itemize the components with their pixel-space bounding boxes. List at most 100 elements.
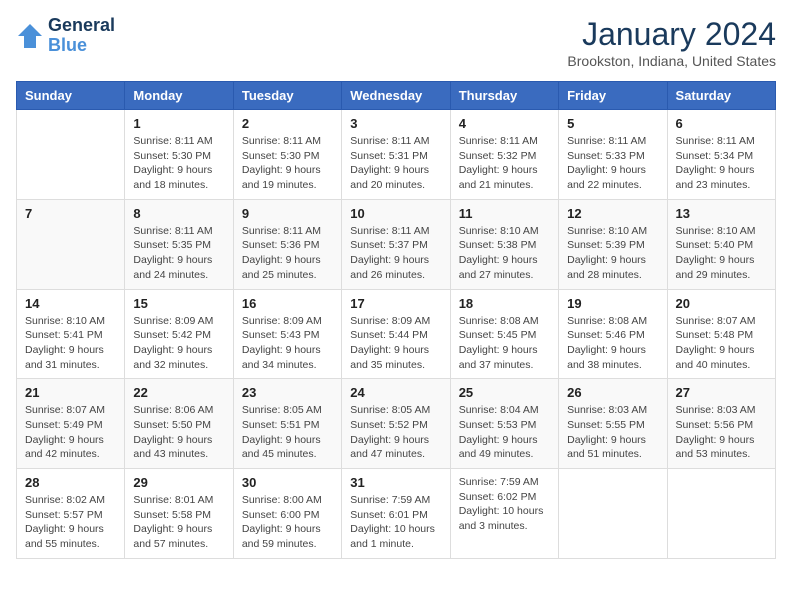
- day-number: 11: [459, 206, 550, 221]
- calendar-cell: 1Sunrise: 8:11 AMSunset: 5:30 PMDaylight…: [125, 110, 233, 200]
- day-info: Sunrise: 8:03 AMSunset: 5:55 PMDaylight:…: [567, 403, 658, 462]
- day-number: 2: [242, 116, 333, 131]
- day-number: 9: [242, 206, 333, 221]
- day-info: Sunrise: 8:11 AMSunset: 5:33 PMDaylight:…: [567, 134, 658, 193]
- day-info: Sunrise: 8:09 AMSunset: 5:43 PMDaylight:…: [242, 314, 333, 373]
- day-info: Sunrise: 7:59 AMSunset: 6:01 PMDaylight:…: [350, 493, 441, 552]
- day-info: Sunrise: 8:07 AMSunset: 5:49 PMDaylight:…: [25, 403, 116, 462]
- calendar-cell: 16 Sunrise: 8:09 AMSunset: 5:43 PMDayligh…: [233, 289, 341, 379]
- day-number: 21: [25, 385, 116, 400]
- day-info: Sunrise: 8:09 AMSunset: 5:44 PMDaylight:…: [350, 314, 441, 373]
- calendar-cell: 24 Sunrise: 8:05 AMSunset: 5:52 PMDayligh…: [342, 379, 450, 469]
- calendar-cell: 10 Sunrise: 8:11 AMSunset: 5:37 PMDayligh…: [342, 199, 450, 289]
- calendar-cell: Sunrise: 7:59 AMSunset: 6:02 PMDaylight:…: [450, 469, 558, 559]
- week-row-1: 7 8Sunrise: 8:11 AMSunset: 5:35 PMDayligh…: [17, 199, 776, 289]
- subtitle: Brookston, Indiana, United States: [567, 53, 776, 69]
- calendar-cell: 27 Sunrise: 8:03 AMSunset: 5:56 PMDayligh…: [667, 379, 775, 469]
- calendar-cell: [667, 469, 775, 559]
- title-area: January 2024 Brookston, Indiana, United …: [567, 16, 776, 69]
- logo-text: General Blue: [48, 16, 115, 56]
- day-number: 16: [242, 296, 333, 311]
- day-info: Sunrise: 8:08 AMSunset: 5:45 PMDaylight:…: [459, 314, 550, 373]
- weekday-header-wednesday: Wednesday: [342, 82, 450, 110]
- day-info: Sunrise: 8:06 AMSunset: 5:50 PMDaylight:…: [133, 403, 224, 462]
- calendar-cell: 25Sunrise: 8:04 AMSunset: 5:53 PMDayligh…: [450, 379, 558, 469]
- day-number: 15: [133, 296, 224, 311]
- weekday-header-saturday: Saturday: [667, 82, 775, 110]
- day-number: 24: [350, 385, 441, 400]
- day-info: Sunrise: 7:59 AMSunset: 6:02 PMDaylight:…: [459, 475, 550, 534]
- day-info: Sunrise: 8:09 AMSunset: 5:42 PMDaylight:…: [133, 314, 224, 373]
- main-title: January 2024: [567, 16, 776, 53]
- calendar-cell: 14Sunrise: 8:10 AMSunset: 5:41 PMDayligh…: [17, 289, 125, 379]
- calendar-cell: 22 Sunrise: 8:06 AMSunset: 5:50 PMDayligh…: [125, 379, 233, 469]
- calendar: SundayMondayTuesdayWednesdayThursdayFrid…: [16, 81, 776, 559]
- day-number: 20: [676, 296, 767, 311]
- day-info: Sunrise: 8:11 AMSunset: 5:34 PMDaylight:…: [676, 134, 767, 193]
- day-number: 27: [676, 385, 767, 400]
- day-info: Sunrise: 8:00 AMSunset: 6:00 PMDaylight:…: [242, 493, 333, 552]
- week-row-2: 14Sunrise: 8:10 AMSunset: 5:41 PMDayligh…: [17, 289, 776, 379]
- day-info: Sunrise: 8:11 AMSunset: 5:32 PMDaylight:…: [459, 134, 550, 193]
- day-number: 22: [133, 385, 224, 400]
- header: General Blue January 2024 Brookston, Ind…: [16, 16, 776, 69]
- day-number: 30: [242, 475, 333, 490]
- day-info: Sunrise: 8:03 AMSunset: 5:56 PMDaylight:…: [676, 403, 767, 462]
- day-number: 7: [25, 206, 116, 221]
- calendar-cell: 8Sunrise: 8:11 AMSunset: 5:35 PMDaylight…: [125, 199, 233, 289]
- day-info: Sunrise: 8:07 AMSunset: 5:48 PMDaylight:…: [676, 314, 767, 373]
- calendar-cell: 13 Sunrise: 8:10 AMSunset: 5:40 PMDayligh…: [667, 199, 775, 289]
- calendar-cell: 5 Sunrise: 8:11 AMSunset: 5:33 PMDaylight…: [559, 110, 667, 200]
- calendar-cell: 11Sunrise: 8:10 AMSunset: 5:38 PMDayligh…: [450, 199, 558, 289]
- day-info: Sunrise: 8:02 AMSunset: 5:57 PMDaylight:…: [25, 493, 116, 552]
- calendar-cell: 4Sunrise: 8:11 AMSunset: 5:32 PMDaylight…: [450, 110, 558, 200]
- weekday-header-tuesday: Tuesday: [233, 82, 341, 110]
- logo: General Blue: [16, 16, 115, 56]
- calendar-cell: 31 Sunrise: 7:59 AMSunset: 6:01 PMDayligh…: [342, 469, 450, 559]
- calendar-cell: 30 Sunrise: 8:00 AMSunset: 6:00 PMDayligh…: [233, 469, 341, 559]
- calendar-cell: 19 Sunrise: 8:08 AMSunset: 5:46 PMDayligh…: [559, 289, 667, 379]
- day-info: Sunrise: 8:05 AMSunset: 5:51 PMDaylight:…: [242, 403, 333, 462]
- day-info: Sunrise: 8:11 AMSunset: 5:36 PMDaylight:…: [242, 224, 333, 283]
- calendar-cell: 6 Sunrise: 8:11 AMSunset: 5:34 PMDaylight…: [667, 110, 775, 200]
- day-number: 28: [25, 475, 116, 490]
- calendar-cell: 26 Sunrise: 8:03 AMSunset: 5:55 PMDayligh…: [559, 379, 667, 469]
- day-info: Sunrise: 8:05 AMSunset: 5:52 PMDaylight:…: [350, 403, 441, 462]
- calendar-cell: [17, 110, 125, 200]
- day-number: 29: [133, 475, 224, 490]
- day-number: 17: [350, 296, 441, 311]
- calendar-cell: 21 Sunrise: 8:07 AMSunset: 5:49 PMDayligh…: [17, 379, 125, 469]
- day-number: 19: [567, 296, 658, 311]
- calendar-cell: 18 Sunrise: 8:08 AMSunset: 5:45 PMDayligh…: [450, 289, 558, 379]
- calendar-cell: 20 Sunrise: 8:07 AMSunset: 5:48 PMDayligh…: [667, 289, 775, 379]
- calendar-cell: 12Sunrise: 8:10 AMSunset: 5:39 PMDayligh…: [559, 199, 667, 289]
- day-number: 10: [350, 206, 441, 221]
- weekday-header-monday: Monday: [125, 82, 233, 110]
- weekday-header-thursday: Thursday: [450, 82, 558, 110]
- week-row-0: 1 Sunrise: 8:11 AMSunset: 5:30 PMDaylight…: [17, 110, 776, 200]
- calendar-cell: 2 Sunrise: 8:11 AMSunset: 5:30 PMDaylight…: [233, 110, 341, 200]
- day-number: 31: [350, 475, 441, 490]
- calendar-cell: 9 Sunrise: 8:11 AMSunset: 5:36 PMDaylight…: [233, 199, 341, 289]
- calendar-cell: 7: [17, 199, 125, 289]
- day-info: Sunrise: 8:08 AMSunset: 5:46 PMDaylight:…: [567, 314, 658, 373]
- calendar-cell: 29Sunrise: 8:01 AMSunset: 5:58 PMDayligh…: [125, 469, 233, 559]
- calendar-cell: 23 Sunrise: 8:05 AMSunset: 5:51 PMDayligh…: [233, 379, 341, 469]
- day-number: 18: [459, 296, 550, 311]
- week-row-4: 28 Sunrise: 8:02 AMSunset: 5:57 PMDayligh…: [17, 469, 776, 559]
- day-info: Sunrise: 8:11 AMSunset: 5:30 PMDaylight:…: [242, 134, 333, 193]
- day-info: Sunrise: 8:10 AMSunset: 5:41 PMDaylight:…: [25, 314, 116, 373]
- day-number: 26: [567, 385, 658, 400]
- day-number: 1: [133, 116, 224, 131]
- day-info: Sunrise: 8:10 AMSunset: 5:40 PMDaylight:…: [676, 224, 767, 283]
- weekday-header-sunday: Sunday: [17, 82, 125, 110]
- weekday-header-friday: Friday: [559, 82, 667, 110]
- day-number: 5: [567, 116, 658, 131]
- day-info: Sunrise: 8:11 AMSunset: 5:37 PMDaylight:…: [350, 224, 441, 283]
- day-info: Sunrise: 8:11 AMSunset: 5:31 PMDaylight:…: [350, 134, 441, 193]
- day-number: 13: [676, 206, 767, 221]
- day-number: 6: [676, 116, 767, 131]
- day-info: Sunrise: 8:10 AMSunset: 5:39 PMDaylight:…: [567, 224, 658, 283]
- day-number: 23: [242, 385, 333, 400]
- calendar-cell: 28 Sunrise: 8:02 AMSunset: 5:57 PMDayligh…: [17, 469, 125, 559]
